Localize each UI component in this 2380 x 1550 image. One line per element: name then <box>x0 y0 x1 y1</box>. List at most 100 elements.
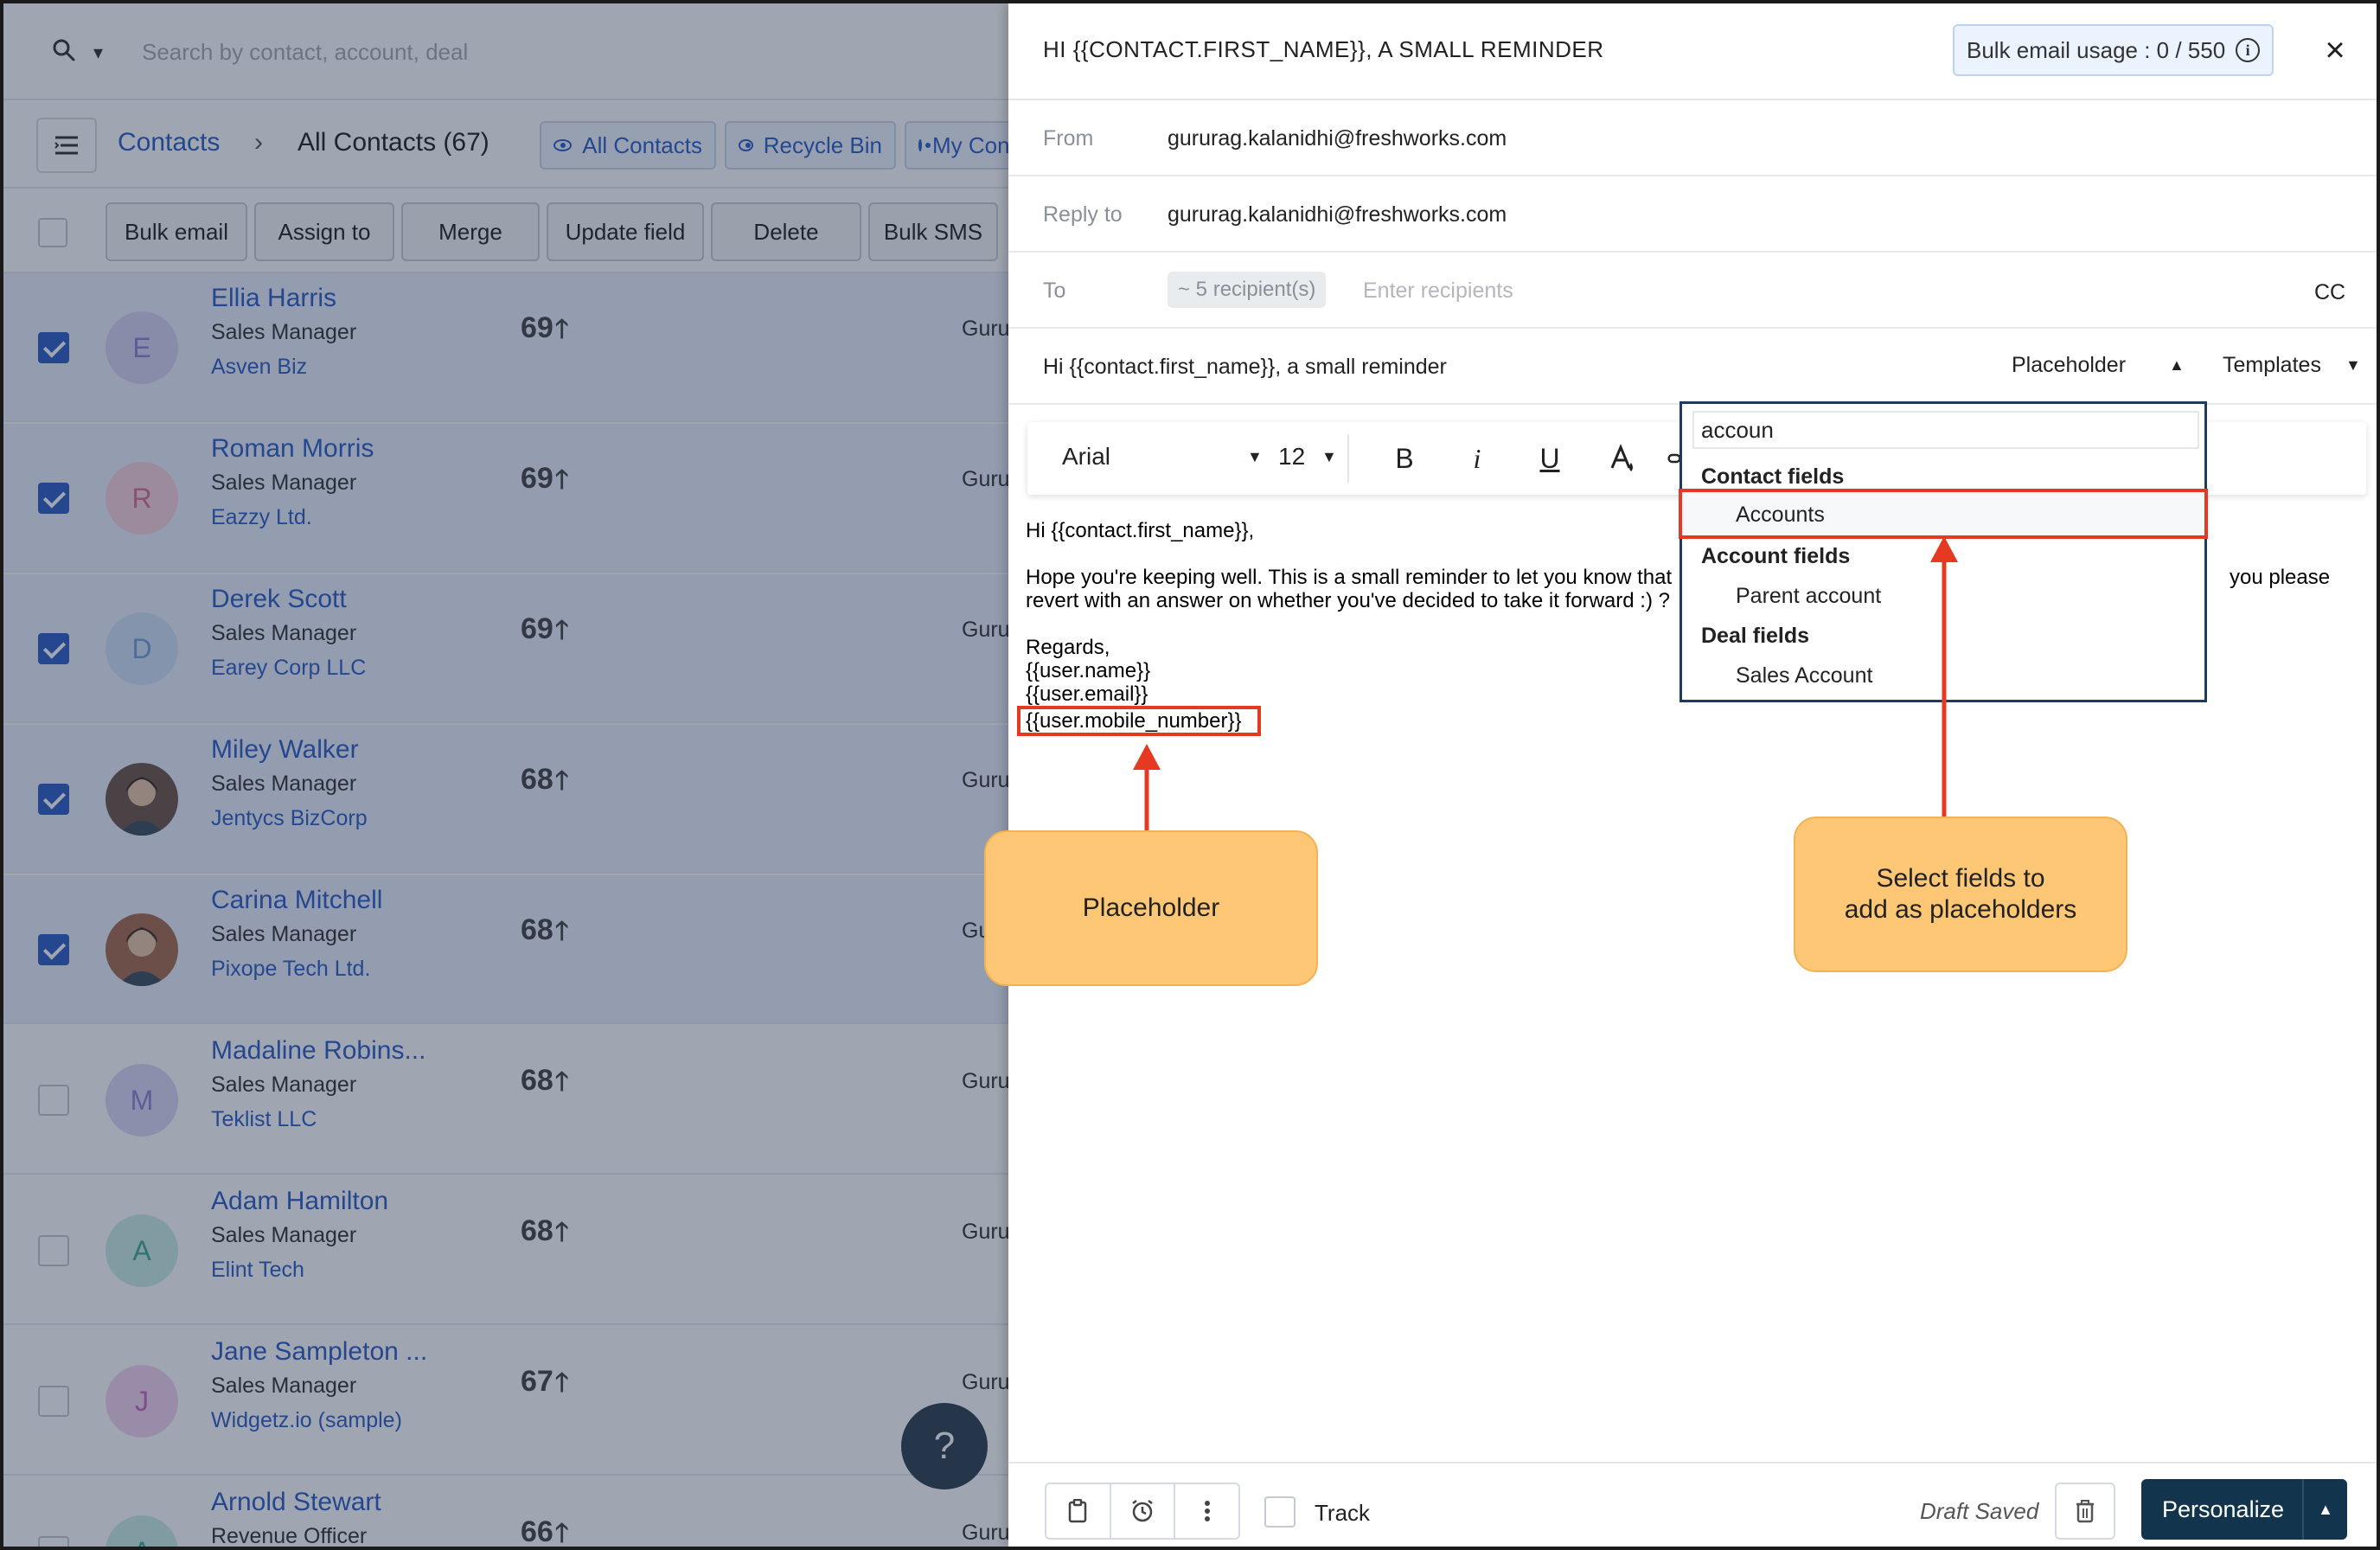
bulk-sms-button[interactable]: Bulk SMS <box>868 202 998 261</box>
avatar[interactable]: E <box>106 311 178 384</box>
bulk-email-button[interactable]: Bulk email <box>106 202 247 261</box>
underline-button[interactable]: U <box>1529 438 1571 479</box>
placeholder-menu-button[interactable]: Placeholder <box>2012 353 2126 378</box>
contact-company-link[interactable]: Asven Biz <box>211 355 307 380</box>
contact-company-link[interactable]: Eazzy Ltd. <box>211 505 312 530</box>
text-color-button[interactable] <box>1602 438 1643 479</box>
contact-company-link[interactable]: Jentycs BizCorp <box>211 806 368 831</box>
update-field-button[interactable]: Update field <box>547 202 704 261</box>
view-tab-all-contacts[interactable]: All Contacts <box>540 121 716 170</box>
contact-name-link[interactable]: Adam Hamilton <box>211 1187 388 1216</box>
contact-name-link[interactable]: Arnold Stewart <box>211 1488 381 1517</box>
underline-icon: U <box>1539 442 1560 474</box>
contact-name-link[interactable]: Jane Sampleton ... <box>211 1337 427 1367</box>
avatar[interactable] <box>106 913 178 986</box>
cc-button[interactable]: CC <box>2314 280 2345 305</box>
contact-name-link[interactable]: Madaline Robins... <box>211 1036 425 1066</box>
view-tab-recycle-bin[interactable]: Recycle Bin <box>725 121 896 170</box>
global-search-input[interactable] <box>142 35 920 69</box>
table-row[interactable]: Miley Walker Sales Manager Jentycs BizCorp… <box>3 725 1008 874</box>
table-row[interactable]: Carina Mitchell Sales Manager Pixope Tech … <box>3 875 1008 1024</box>
eye-icon <box>739 139 753 151</box>
contact-name-link[interactable]: Ellia Harris <box>211 284 336 313</box>
row-checkbox[interactable] <box>38 1386 69 1417</box>
sidebar-toggle-button[interactable] <box>36 118 97 173</box>
avatar[interactable]: A <box>106 1214 178 1287</box>
avatar[interactable]: M <box>106 1064 178 1137</box>
contact-name-link[interactable]: Roman Morris <box>211 434 374 464</box>
table-row[interactable]: A Arnold Stewart Revenue Officer 66🡑 Gurur <box>3 1477 1008 1547</box>
table-row[interactable]: E Ellia Harris Sales Manager Asven Biz 69🡑 Gu… <box>3 273 1008 422</box>
attachment-button[interactable] <box>1046 1484 1111 1538</box>
row-checkbox[interactable] <box>38 483 69 514</box>
contact-company-link[interactable]: Pixope Tech Ltd. <box>211 957 370 982</box>
row-checkbox[interactable] <box>38 784 69 815</box>
row-checkbox[interactable] <box>38 1085 69 1116</box>
search-scope-caret-icon[interactable]: ▾ <box>93 42 103 64</box>
table-row[interactable]: A Adam Hamilton Sales Manager Elint Tech 68🡑… <box>3 1176 1008 1325</box>
dropdown-option-parent-account[interactable]: Parent account <box>1736 584 1881 609</box>
contact-name-link[interactable]: Carina Mitchell <box>211 886 382 915</box>
avatar[interactable]: A <box>106 1515 178 1547</box>
table-row[interactable]: R Roman Morris Sales Manager Eazzy Ltd. 69🡑 G… <box>3 424 1008 573</box>
contact-job-title: Sales Manager <box>211 772 357 796</box>
caret-down-icon[interactable]: ▼ <box>1247 448 1263 466</box>
row-checkbox[interactable] <box>38 633 69 664</box>
placeholder-search-input[interactable] <box>1692 411 2199 449</box>
font-family-select[interactable]: Arial <box>1062 443 1110 471</box>
dropdown-option-accounts[interactable]: Accounts <box>1736 503 1825 528</box>
italic-button[interactable]: i <box>1456 438 1498 479</box>
schedule-button[interactable] <box>1111 1484 1176 1538</box>
bold-button[interactable]: B <box>1384 438 1425 479</box>
help-button[interactable]: ? <box>901 1403 988 1489</box>
arrow-up-icon: 🡑 <box>554 766 569 795</box>
subject-input[interactable]: Hi {{contact.first_name}}, a small remin… <box>1043 355 1447 380</box>
info-icon[interactable]: i <box>2236 38 2261 62</box>
caret-up-icon[interactable]: ▲ <box>2169 356 2185 375</box>
merge-button[interactable]: Merge <box>401 202 540 261</box>
view-tab-my-contacts[interactable]: My Contacts <box>905 121 1008 170</box>
font-size-select[interactable]: 12 <box>1278 443 1305 471</box>
avatar[interactable]: D <box>106 612 178 685</box>
templates-menu-button[interactable]: Templates <box>2223 353 2321 378</box>
row-checkbox[interactable] <box>38 934 69 965</box>
assign-to-button[interactable]: Assign to <box>254 202 394 261</box>
contact-name-link[interactable]: Miley Walker <box>211 735 359 765</box>
avatar[interactable]: R <box>106 462 178 535</box>
row-checkbox[interactable] <box>38 332 69 363</box>
row-checkbox[interactable] <box>38 1536 69 1547</box>
recipients-input[interactable] <box>1363 275 1968 306</box>
select-all-checkbox[interactable] <box>38 218 67 247</box>
delete-button[interactable]: Delete <box>711 202 861 261</box>
breadcrumb-contacts[interactable]: Contacts <box>118 128 220 157</box>
contact-name-link[interactable]: Derek Scott <box>211 585 347 614</box>
table-row[interactable]: M Madaline Robins... Sales Manager Teklist … <box>3 1026 1008 1175</box>
personalize-button[interactable]: Personalize ▲ <box>2141 1479 2347 1540</box>
caret-down-icon[interactable]: ▼ <box>2345 356 2361 375</box>
row-checkbox[interactable] <box>38 1235 69 1266</box>
close-icon[interactable]: × <box>2318 31 2352 69</box>
discard-draft-button[interactable] <box>2055 1483 2115 1540</box>
lead-score-value: 67 <box>521 1365 553 1398</box>
track-checkbox[interactable] <box>1264 1496 1296 1528</box>
reply-to-value[interactable]: gururag.kalanidhi@freshworks.com <box>1168 202 1507 227</box>
caret-up-icon[interactable]: ▲ <box>2302 1479 2347 1540</box>
lead-score-value: 69 <box>521 311 553 344</box>
contact-company-link[interactable]: Widgetz.io (sample) <box>211 1408 402 1433</box>
table-row[interactable]: D Derek Scott Sales Manager Earey Corp LLC 6… <box>3 574 1008 723</box>
caret-down-icon[interactable]: ▼ <box>1321 448 1337 466</box>
from-value[interactable]: gururag.kalanidhi@freshworks.com <box>1168 126 1507 151</box>
recipients-chip[interactable]: ~ 5 recipient(s) <box>1168 272 1327 308</box>
contact-company-link[interactable]: Earey Corp LLC <box>211 656 366 681</box>
from-label: From <box>1043 126 1094 151</box>
avatar[interactable] <box>106 763 178 836</box>
breadcrumb-separator: › <box>254 128 263 157</box>
more-options-button[interactable] <box>1175 1484 1238 1538</box>
search-icon[interactable] <box>52 38 76 62</box>
dropdown-option-sales-account[interactable]: Sales Account <box>1736 663 1872 689</box>
lead-score: 69🡑 <box>521 310 568 354</box>
avatar[interactable]: J <box>106 1365 178 1438</box>
contact-company-link[interactable]: Teklist LLC <box>211 1107 317 1132</box>
table-row[interactable]: J Jane Sampleton ... Sales Manager Widgetz.… <box>3 1327 1008 1476</box>
contact-company-link[interactable]: Elint Tech <box>211 1258 304 1283</box>
